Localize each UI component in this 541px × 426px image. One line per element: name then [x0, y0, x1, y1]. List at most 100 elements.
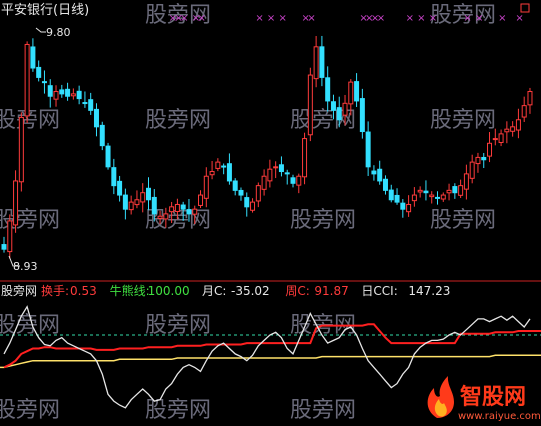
candle-body — [250, 201, 256, 211]
marker-cross: × — [515, 13, 523, 24]
candle-body — [36, 66, 42, 78]
candle-body — [198, 194, 204, 206]
chart-canvas: 股旁网 股旁网 股旁网 股旁网 股旁网 股旁网 股旁网 股旁网 股旁网 股旁网 … — [0, 0, 541, 426]
candle-body — [122, 194, 128, 210]
candle-body — [510, 126, 516, 132]
marker-cross: × — [463, 13, 471, 24]
candle-body — [134, 199, 140, 206]
candle-body — [117, 180, 123, 196]
indicator-name: 牛熊线: — [110, 283, 150, 298]
candle-body — [504, 128, 510, 133]
candle-body — [261, 175, 267, 190]
marker-cross: × — [267, 13, 275, 24]
candle-body — [307, 74, 313, 136]
marker-cross: × — [417, 13, 425, 24]
candle-body — [284, 172, 290, 175]
candle-body — [406, 203, 412, 213]
candle-body — [325, 77, 331, 102]
candle-body — [180, 204, 186, 210]
candle-body — [394, 194, 400, 203]
candle-body — [232, 180, 238, 191]
candle-body — [498, 133, 504, 143]
candle-body — [267, 168, 273, 182]
watermark: 股旁网 — [290, 208, 356, 233]
candle-body — [463, 173, 469, 190]
candle-body — [296, 175, 302, 186]
candle-body — [492, 138, 498, 141]
candle-body — [458, 185, 464, 196]
indicator-value: -35.02 — [231, 284, 270, 298]
site-url: www.raiyue.com — [458, 411, 541, 422]
candle-body — [527, 91, 533, 106]
candle-body — [382, 178, 388, 191]
candle-body — [354, 81, 360, 102]
candle-body — [388, 189, 394, 201]
candle-body — [215, 161, 221, 169]
chart-title: 平安银行(日线) — [1, 3, 89, 18]
candle-body — [330, 101, 336, 111]
indicator-value: 147.23 — [408, 284, 450, 298]
candle-body — [377, 168, 383, 182]
candle-body — [30, 46, 36, 69]
candle-body — [88, 99, 94, 111]
candle-body — [47, 85, 53, 97]
site-logo-text: 智股网 — [460, 384, 526, 410]
candle-body — [429, 194, 435, 198]
candle-body — [446, 189, 452, 194]
marker-cross: × — [475, 13, 483, 24]
candle-body — [192, 208, 198, 215]
watermark: 股旁网 — [145, 398, 211, 423]
candle-body — [1, 244, 7, 250]
candle-body — [157, 215, 163, 219]
candle-body — [7, 220, 13, 253]
candle-body — [140, 192, 146, 203]
candle-body — [82, 102, 88, 105]
candle-body — [255, 185, 261, 202]
candle-body — [65, 88, 71, 97]
candle-body — [452, 186, 458, 194]
candle-body — [169, 206, 175, 213]
candle-body — [70, 93, 76, 97]
marker-cross: × — [278, 13, 286, 24]
candle-body — [41, 81, 47, 84]
candle-body — [371, 170, 377, 175]
candle-body — [105, 145, 111, 168]
candle-body — [440, 194, 446, 200]
indicator-name: 日CCI: — [361, 284, 397, 298]
candle-body — [487, 142, 493, 157]
candle-body — [99, 124, 105, 147]
candle-body — [128, 201, 134, 211]
indicator-name: 周C: — [285, 284, 309, 298]
watermark: 股旁网 — [0, 108, 60, 133]
candle-body — [244, 197, 250, 208]
candle-body — [423, 190, 429, 194]
high-price-label: 9.80 — [46, 26, 71, 39]
candle-body — [151, 196, 157, 215]
candle-body — [319, 46, 325, 78]
candle-body — [400, 202, 406, 210]
candle-body — [481, 156, 487, 161]
candle-body — [411, 194, 417, 202]
marker-cross: × — [406, 13, 414, 24]
candle-body — [417, 189, 423, 193]
candle-body — [435, 196, 440, 199]
candle-body — [348, 81, 354, 105]
candle-body — [336, 107, 342, 121]
candle-body — [93, 108, 99, 128]
watermark: 股旁网 — [0, 398, 60, 423]
candle-body — [174, 203, 180, 212]
candle-body — [469, 161, 475, 179]
candle-body — [521, 105, 527, 118]
candle-body — [76, 90, 82, 100]
candle-body — [163, 213, 169, 220]
marker-cross: × — [255, 13, 263, 24]
candle-body — [342, 102, 348, 116]
candle-body — [146, 187, 151, 201]
candle-body — [24, 43, 30, 117]
marker-cross: × — [429, 13, 437, 24]
watermark: 股旁网 — [145, 313, 211, 338]
watermark: 股旁网 — [145, 108, 211, 133]
marker-cross: × — [377, 13, 385, 24]
indicator-value: 0.53 — [70, 284, 97, 298]
candle-body — [59, 89, 65, 95]
